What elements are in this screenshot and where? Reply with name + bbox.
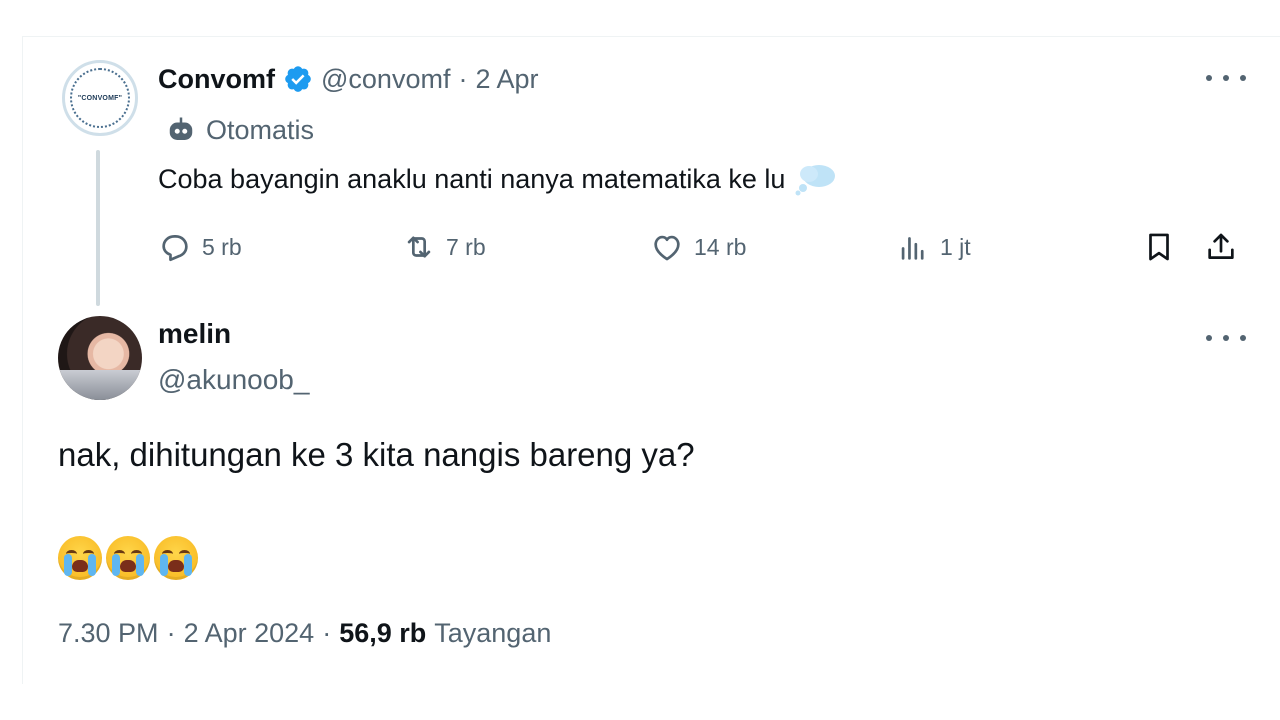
display-name[interactable]: Convomf: [158, 64, 275, 95]
views-count: 1 jt: [940, 233, 971, 260]
bookmark-button[interactable]: [1142, 226, 1176, 268]
more-dot-icon: [1206, 75, 1212, 81]
separator: ·: [322, 618, 332, 648]
retweet-button[interactable]: 7 rb: [402, 226, 486, 268]
more-dot-icon: [1223, 335, 1229, 341]
more-dot-icon: [1223, 75, 1229, 81]
more-dot-icon: [1240, 335, 1246, 341]
share-icon: [1208, 233, 1234, 259]
bookmark-icon: [1149, 233, 1169, 261]
automated-label: Otomatis: [166, 112, 314, 148]
views-button[interactable]: 1 jt: [896, 226, 971, 268]
reply-button[interactable]: 5 rb: [158, 226, 242, 268]
more-options-button[interactable]: [1206, 68, 1246, 88]
retweet-icon: [407, 236, 431, 258]
display-name[interactable]: melin: [158, 318, 231, 350]
reply-tweet-text: nak, dihitungan ke 3 kita nangis bareng …: [58, 436, 695, 473]
parent-tweet-body: Coba bayangin anaklu nanti nanya matemat…: [158, 163, 786, 194]
avatar[interactable]: "CONVOMF": [62, 60, 138, 136]
verified-badge-icon: [285, 66, 311, 92]
crying-face-icon: [154, 536, 198, 580]
like-button[interactable]: 14 rb: [650, 226, 746, 268]
tweet-meta: 7.30 PM · 2 Apr 2024 · 56,9 rb Tayangan: [58, 618, 551, 649]
tweet-time[interactable]: 7.30 PM: [58, 618, 159, 649]
parent-tweet-header: Convomf @convomf · 2 Apr: [158, 60, 539, 98]
emoji-row: [58, 536, 198, 580]
handle[interactable]: @akunoob_: [158, 364, 309, 396]
automated-label-text: Otomatis: [206, 114, 315, 145]
handle[interactable]: @convomf: [321, 64, 450, 95]
like-count: 14 rb: [694, 233, 747, 260]
share-button[interactable]: [1204, 226, 1238, 268]
thought-bubble-icon: [795, 165, 836, 196]
robot-icon: [169, 117, 193, 140]
avatar[interactable]: [58, 316, 142, 400]
views-total: 56,9 rb: [339, 618, 427, 648]
tweet-full-date[interactable]: 2 Apr 2024: [184, 618, 315, 649]
thread-line: [96, 150, 100, 306]
separator: ·: [166, 618, 176, 648]
parent-tweet-text: Coba bayangin anaklu nanti nanya matemat…: [158, 162, 837, 196]
reply-icon: [162, 235, 188, 262]
analytics-icon: [901, 237, 924, 260]
more-options-button[interactable]: [1206, 328, 1246, 348]
heart-icon: [654, 235, 680, 261]
reply-count: 5 rb: [202, 233, 242, 260]
crying-face-icon: [58, 536, 102, 580]
more-dot-icon: [1206, 335, 1212, 341]
crying-face-icon: [106, 536, 150, 580]
avatar-logo-text: "CONVOMF": [77, 94, 123, 102]
tweet-date[interactable]: 2 Apr: [475, 64, 538, 95]
views-label: Tayangan: [434, 618, 552, 648]
more-dot-icon: [1240, 75, 1246, 81]
retweet-count: 7 rb: [446, 233, 486, 260]
tweet-actions: 5 rb 7 rb 14 rb 1 jt: [158, 226, 1246, 268]
separator: ·: [458, 63, 468, 94]
